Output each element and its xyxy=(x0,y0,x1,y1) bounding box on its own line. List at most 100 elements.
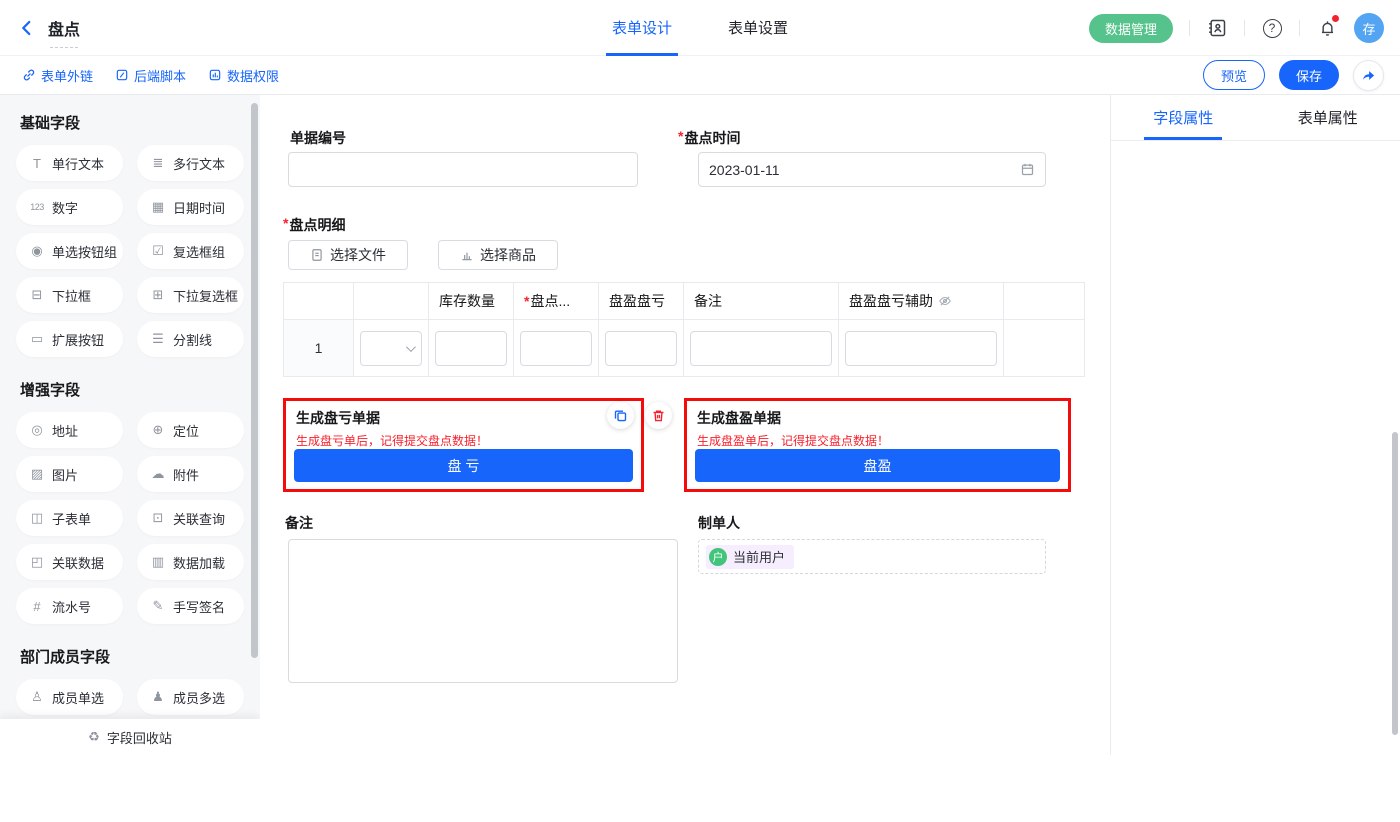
sidebar-item-multi-line-text[interactable]: ≣多行文本 xyxy=(137,145,244,181)
back-icon[interactable] xyxy=(18,18,38,38)
sidebar-item-single-line-text[interactable]: T单行文本 xyxy=(16,145,123,181)
gain-loss-input[interactable] xyxy=(605,331,677,366)
sidebar-item-member-multi[interactable]: ♟成员多选 xyxy=(137,679,244,715)
table-header-gain-loss-aux: 盘盈盘亏辅助 xyxy=(839,283,1004,320)
count-input[interactable] xyxy=(520,331,592,366)
save-button[interactable]: 保存 xyxy=(1279,60,1339,90)
notification-bell-icon[interactable] xyxy=(1316,17,1338,39)
field-label-doc-no: 单据编号 xyxy=(290,128,346,148)
sidebar-item-serial-number[interactable]: #流水号 xyxy=(16,588,123,624)
current-user-tag: 户 当前用户 xyxy=(706,545,794,569)
data-manage-button[interactable]: 数据管理 xyxy=(1089,14,1173,43)
extra-cell xyxy=(1004,320,1084,376)
select-file-button[interactable]: 选择文件 xyxy=(288,240,408,270)
people-icon: ♟ xyxy=(150,689,166,705)
table-header-gain-loss: 盘盈盘亏 xyxy=(599,283,684,320)
select-product-button[interactable]: 选择商品 xyxy=(438,240,558,270)
trash-icon xyxy=(651,408,666,423)
help-icon[interactable]: ? xyxy=(1261,17,1283,39)
gain-loss-aux-cell xyxy=(839,320,1004,376)
avatar[interactable]: 存 xyxy=(1354,13,1384,43)
panel-tabs: 字段属性 表单属性 xyxy=(1111,95,1400,141)
copy-icon xyxy=(613,408,628,423)
signature-pen-icon: ✎ xyxy=(150,598,166,614)
copy-field-button[interactable] xyxy=(607,402,634,429)
gain-button[interactable]: 盘盈 xyxy=(695,449,1060,482)
row-remark-input[interactable] xyxy=(690,331,832,366)
sidebar-item-radio-group[interactable]: ◉单选按钮组 xyxy=(16,233,123,269)
loss-warning: 生成盘亏单后，记得提交盘点数据！ xyxy=(286,428,641,449)
permission-icon xyxy=(208,68,222,82)
recycle-icon: ♻ xyxy=(88,729,100,745)
inventory-date-input[interactable]: 2023-01-11 xyxy=(698,152,1046,187)
remark-textarea[interactable] xyxy=(288,539,678,683)
count-cell xyxy=(514,320,599,376)
multi-select-icon: ⊞ xyxy=(150,287,166,303)
sidebar-item-address[interactable]: ◎地址 xyxy=(16,412,123,448)
sidebar-item-number[interactable]: 123数字 xyxy=(16,189,123,225)
sidebar-item-datetime[interactable]: ▦日期时间 xyxy=(137,189,244,225)
relate-data-icon: ◰ xyxy=(29,554,45,570)
backend-script-link[interactable]: 后端脚本 xyxy=(115,66,186,85)
creator-field[interactable]: 户 当前用户 xyxy=(698,539,1046,574)
checkbox-group-icon: ☑ xyxy=(150,243,166,259)
address-book-icon[interactable] xyxy=(1206,17,1228,39)
stock-qty-cell xyxy=(429,320,514,376)
sidebar-item-subform[interactable]: ◫子表单 xyxy=(16,500,123,536)
tab-form-properties[interactable]: 表单属性 xyxy=(1256,95,1400,140)
divider xyxy=(1244,20,1245,36)
sidebar-item-checkbox-group[interactable]: ☑复选框组 xyxy=(137,233,244,269)
sidebar-item-attachment[interactable]: ☁附件 xyxy=(137,456,244,492)
file-icon xyxy=(310,248,324,262)
share-button[interactable] xyxy=(1353,60,1384,91)
top-header: 盘点 表单设计 表单设置 数据管理 ? 存 xyxy=(0,0,1400,56)
page-title[interactable]: 盘点 xyxy=(48,16,80,40)
sidebar-item-multi-select[interactable]: ⊞下拉复选框 xyxy=(137,277,244,313)
table-header-product xyxy=(354,283,429,320)
form-external-link[interactable]: 表单外链 xyxy=(22,66,93,85)
user-icon: 户 xyxy=(709,548,727,566)
preview-button[interactable]: 预览 xyxy=(1203,60,1265,90)
header-tabs: 表单设计 表单设置 xyxy=(612,0,788,56)
number-icon: 123 xyxy=(29,202,45,212)
gain-loss-aux-input[interactable] xyxy=(845,331,997,366)
radio-group-icon: ◉ xyxy=(29,243,45,259)
field-recycle-bin[interactable]: ♻ 字段回收站 xyxy=(0,719,260,755)
tab-form-settings[interactable]: 表单设置 xyxy=(728,0,788,56)
table-header-stock-qty: 库存数量 xyxy=(429,283,514,320)
sidebar-item-signature[interactable]: ✎手写签名 xyxy=(137,588,244,624)
gain-warning: 生成盘盈单后，记得提交盘点数据！ xyxy=(687,428,1068,449)
bar-chart-icon xyxy=(460,248,474,262)
product-select[interactable] xyxy=(360,331,422,366)
row-index-cell: 1 xyxy=(284,320,354,376)
section-title-basic-fields: 基础字段 xyxy=(16,112,244,145)
sidebar-item-extend-button[interactable]: ▭扩展按钮 xyxy=(16,321,123,357)
calendar-icon: ▦ xyxy=(150,199,166,215)
sidebar-scrollbar[interactable] xyxy=(251,103,258,658)
table-header-extra xyxy=(1004,283,1084,320)
stock-qty-input[interactable] xyxy=(435,331,507,366)
loss-button[interactable]: 盘 亏 xyxy=(294,449,633,482)
doc-no-input[interactable] xyxy=(288,152,638,187)
sidebar-item-image[interactable]: ▨图片 xyxy=(16,456,123,492)
sidebar-item-relate-data[interactable]: ◰关联数据 xyxy=(16,544,123,580)
tab-field-properties[interactable]: 字段属性 xyxy=(1111,95,1256,140)
product-cell xyxy=(354,320,429,376)
divider-icon: ☰ xyxy=(150,331,166,347)
delete-field-button[interactable] xyxy=(645,402,672,429)
tab-form-design[interactable]: 表单设计 xyxy=(612,0,672,56)
sidebar-item-divider[interactable]: ☰分割线 xyxy=(137,321,244,357)
data-permission-link[interactable]: 数据权限 xyxy=(208,66,279,85)
sidebar-item-location[interactable]: ⊕定位 xyxy=(137,412,244,448)
link-icon xyxy=(22,68,36,82)
field-library-sidebar: 基础字段 T单行文本 ≣多行文本 123数字 ▦日期时间 ◉单选按钮组 ☑复选框… xyxy=(0,95,260,755)
sidebar-item-member-single[interactable]: ♙成员单选 xyxy=(16,679,123,715)
generate-gain-field[interactable]: 生成盘盈单据 生成盘盈单后，记得提交盘点数据！ 盘盈 xyxy=(684,398,1071,492)
window-scrollbar[interactable] xyxy=(1392,432,1398,735)
doc-no-input-wrap xyxy=(288,152,638,187)
sidebar-item-data-load[interactable]: ▥数据加载 xyxy=(137,544,244,580)
section-title-enhanced-fields: 增强字段 xyxy=(16,379,244,412)
generate-loss-field[interactable]: 生成盘亏单据 生成盘亏单后，记得提交盘点数据！ 盘 亏 xyxy=(283,398,644,492)
sidebar-item-select[interactable]: ⊟下拉框 xyxy=(16,277,123,313)
sidebar-item-relate-query[interactable]: ⊡关联查询 xyxy=(137,500,244,536)
